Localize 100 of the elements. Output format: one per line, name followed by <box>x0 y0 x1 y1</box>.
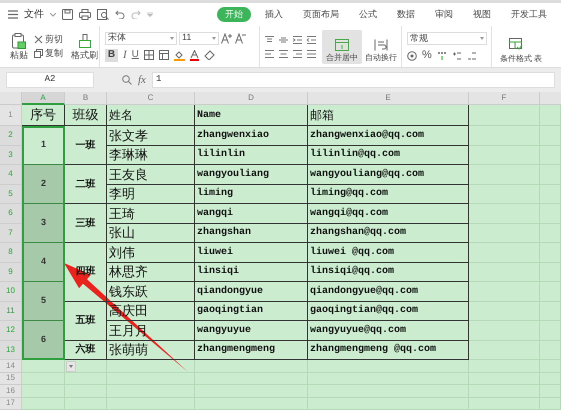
ribbon-tab[interactable]: 数据 <box>391 7 421 22</box>
save-icon[interactable] <box>62 9 73 20</box>
row-header[interactable]: 9 <box>0 262 22 282</box>
increase-decimal-icon[interactable] <box>452 50 462 60</box>
decrease-font-icon[interactable] <box>235 32 247 44</box>
conditional-format-button[interactable]: 条件格式 <box>500 38 532 63</box>
table-cell: 李琳琳 <box>107 146 195 165</box>
ribbon-tab[interactable]: 审阅 <box>429 7 459 22</box>
row-header[interactable]: 15 <box>0 372 22 385</box>
font-color-icon[interactable] <box>190 50 199 60</box>
empty-cell <box>469 340 540 360</box>
formula-input[interactable]: 1 <box>152 72 555 88</box>
table-cell: linsiqi@qq.com <box>308 262 469 282</box>
format-painter-button[interactable]: 格式刷 <box>71 50 98 60</box>
row-header[interactable]: 17 <box>0 398 22 410</box>
align-left-icon[interactable] <box>265 50 274 58</box>
copy-button[interactable]: 复制 <box>34 49 70 58</box>
table-cell: qiandongyue@qq.com <box>308 282 469 302</box>
align-right-icon[interactable] <box>293 50 302 58</box>
row-header[interactable]: 6 <box>0 204 22 224</box>
currency-icon[interactable] <box>407 50 417 60</box>
function-button[interactable]: fx <box>138 72 146 88</box>
row-header[interactable]: 3 <box>0 146 22 165</box>
ribbon-tab[interactable]: 视图 <box>467 7 497 22</box>
print-icon[interactable] <box>79 9 91 20</box>
empty-cell <box>469 165 540 184</box>
file-menu[interactable]: 文件 <box>24 7 44 22</box>
align-center-icon[interactable] <box>279 50 288 58</box>
number-format-field[interactable]: 常规 <box>407 32 487 45</box>
clipboard-icon[interactable] <box>12 33 26 49</box>
row-header[interactable]: 13 <box>0 340 22 360</box>
cut-button[interactable]: 剪切 <box>34 35 70 44</box>
table-cell: wangyouliang <box>195 165 308 184</box>
indent-icon[interactable] <box>293 36 302 44</box>
cell-style-icon[interactable] <box>158 50 169 60</box>
underline-button[interactable]: U <box>132 50 139 60</box>
column-header[interactable]: B <box>65 92 107 105</box>
row-header[interactable]: 11 <box>0 302 22 321</box>
table-cell: zhangshan@qq.com <box>308 224 469 243</box>
fill-color-icon[interactable] <box>174 50 185 60</box>
align-middle-icon[interactable] <box>279 36 288 44</box>
ribbon-tab[interactable]: 插入 <box>259 7 289 22</box>
fill-options-button[interactable] <box>66 361 76 372</box>
row-header[interactable]: 1 <box>0 105 22 126</box>
empty-cell <box>540 184 561 204</box>
ribbon-tab[interactable]: 公式 <box>353 7 383 22</box>
row-header[interactable]: 16 <box>0 385 22 398</box>
italic-button[interactable]: I <box>123 50 127 60</box>
row-header[interactable]: 2 <box>0 126 22 146</box>
print-preview-icon[interactable] <box>97 9 109 20</box>
row-header[interactable]: 12 <box>0 321 22 340</box>
ribbon-tab[interactable]: 开始 <box>217 7 251 22</box>
row-header[interactable]: 4 <box>0 165 22 184</box>
empty-cell <box>469 262 540 282</box>
empty-cell <box>469 302 540 321</box>
table-cell: 王琦 <box>107 204 195 224</box>
row-header[interactable]: 8 <box>0 243 22 262</box>
ribbon-tab[interactable]: 开发工具 <box>505 7 553 22</box>
table-cell: 六班 <box>65 340 107 360</box>
row-header[interactable]: 7 <box>0 224 22 243</box>
increase-font-icon[interactable] <box>221 32 233 44</box>
name-box[interactable]: A2 <box>6 72 94 88</box>
row-header[interactable]: 10 <box>0 282 22 302</box>
zoom-icon[interactable] <box>122 75 132 85</box>
percent-button[interactable]: % <box>422 50 432 61</box>
bold-button[interactable]: B <box>105 48 118 62</box>
menu-icon[interactable] <box>8 10 18 19</box>
column-header[interactable]: C <box>107 92 195 105</box>
header-cell: 姓名 <box>107 105 195 126</box>
font-field[interactable]: 宋体 <box>105 32 177 44</box>
table-cell: wangqi <box>195 204 308 224</box>
wrap-text-button[interactable]: 自动换行 <box>362 30 400 64</box>
table-cell: lilinlin@qq.com <box>308 146 469 165</box>
align-top-icon[interactable] <box>265 36 274 44</box>
borders-icon[interactable] <box>144 50 154 60</box>
row-header[interactable]: 5 <box>0 184 22 204</box>
table-cell: wangyuyue <box>195 321 308 340</box>
font-name: 宋体 <box>108 31 126 44</box>
table-cell: liming <box>195 184 308 204</box>
merge-center-button[interactable]: 合并居中 <box>322 30 362 64</box>
table-cell: 二班 <box>65 165 107 204</box>
table-cell: 张文孝 <box>107 126 195 146</box>
brush-icon[interactable] <box>78 34 90 48</box>
paste-button[interactable]: 粘贴 <box>10 51 28 60</box>
ribbon-tab[interactable]: 页面布局 <box>297 7 345 22</box>
decrease-decimal-icon[interactable] <box>466 50 477 60</box>
outdent-icon[interactable] <box>307 36 316 44</box>
table-cell: wangqi@qq.com <box>308 204 469 224</box>
table-cell: gaoqingtian@qq.com <box>308 302 469 321</box>
thousands-separator-icon[interactable] <box>436 50 447 60</box>
table-cell: 刘伟 <box>107 243 195 262</box>
undo-icon[interactable] <box>115 10 125 19</box>
caret-icon[interactable] <box>50 12 56 16</box>
column-header[interactable]: E <box>308 92 469 105</box>
row-header[interactable]: 14 <box>0 360 22 372</box>
column-header[interactable]: D <box>195 92 308 105</box>
column-header[interactable]: F <box>469 92 540 105</box>
distributed-icon[interactable] <box>307 50 316 58</box>
eraser-icon[interactable] <box>204 50 215 60</box>
font-size-field[interactable]: 11 <box>179 32 219 44</box>
